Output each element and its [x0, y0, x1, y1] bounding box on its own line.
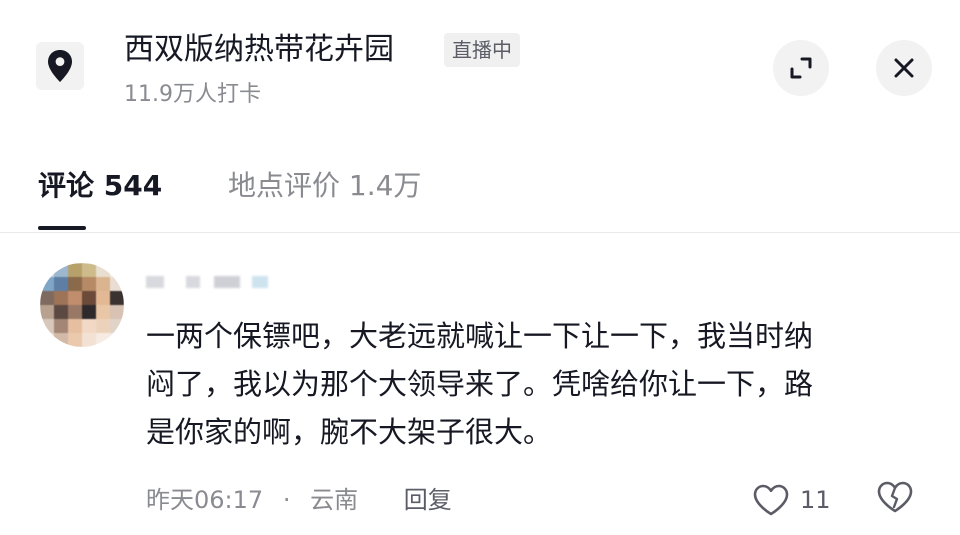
expand-button[interactable] — [773, 40, 829, 96]
username-blurred[interactable] — [146, 268, 276, 294]
comment-text: 一两个保镖吧，大老远就喊让一下让一下，我当时纳 闷了，我以为那个大领导来了。凭啥… — [146, 319, 814, 449]
heart-icon — [753, 484, 789, 516]
checkin-count: 11.9万人打卡 — [124, 82, 261, 107]
comment-meta: 昨天06:17 · 云南 回复 — [146, 482, 452, 518]
location-pin-icon — [36, 42, 84, 90]
tab-bar: 评论 544 地点评价 1.4万 — [0, 160, 960, 230]
reply-button[interactable]: 回复 — [404, 486, 452, 514]
broken-heart-icon — [877, 481, 913, 513]
like-count: 11 — [800, 486, 831, 514]
divider — [0, 232, 960, 233]
place-title[interactable]: 西双版纳热带花卉园 — [124, 30, 394, 70]
expand-icon — [790, 57, 812, 79]
comment-time: 昨天06:17 — [146, 486, 264, 514]
like-button[interactable]: 11 — [752, 480, 831, 520]
location-comments-panel: 西双版纳热带花卉园 直播中 11.9万人打卡 评论 544 地点评价 1.4万 — [0, 0, 960, 535]
location-header: 西双版纳热带花卉园 直播中 11.9万人打卡 — [0, 0, 960, 130]
avatar[interactable] — [40, 263, 124, 347]
meta-separator: · — [282, 486, 291, 514]
live-badge[interactable]: 直播中 — [444, 33, 520, 67]
tab-place-reviews[interactable]: 地点评价 1.4万 — [228, 166, 421, 206]
dislike-button[interactable] — [876, 480, 916, 520]
active-tab-indicator — [38, 226, 86, 230]
comment-location: 云南 — [310, 486, 359, 514]
close-button[interactable] — [876, 40, 932, 96]
close-icon — [894, 58, 914, 78]
tab-comments[interactable]: 评论 544 — [38, 166, 162, 206]
